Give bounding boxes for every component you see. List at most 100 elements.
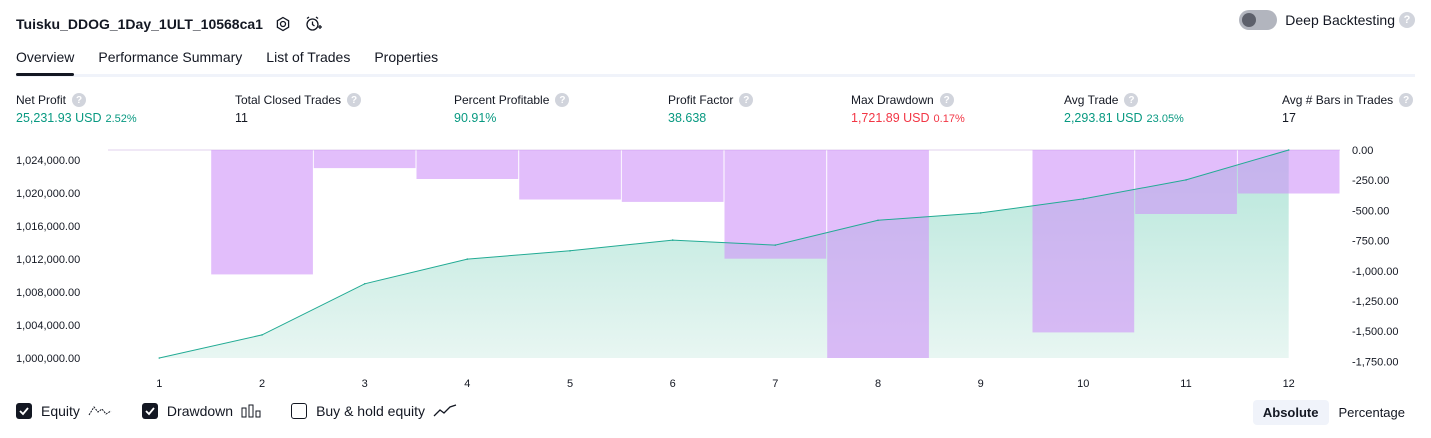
legend-buy-hold[interactable]: Buy & hold equity bbox=[291, 403, 457, 419]
x-tick-label: 7 bbox=[772, 378, 778, 390]
deep-backtesting-toggle[interactable] bbox=[1239, 10, 1278, 30]
drawdown-bar bbox=[1135, 150, 1237, 214]
legend: Equity Drawdown Buy & hold equity bbox=[16, 403, 487, 419]
y-right-tick-label: -1,750.00 bbox=[1352, 356, 1398, 368]
tab-list-of-trades[interactable]: List of Trades bbox=[266, 46, 350, 73]
scale-mode-switch: Absolute Percentage bbox=[1252, 400, 1416, 425]
tab-properties[interactable]: Properties bbox=[374, 46, 438, 73]
equity-point bbox=[671, 239, 674, 241]
equity-point bbox=[466, 258, 469, 260]
y-right-tick-label: 0.00 bbox=[1352, 145, 1373, 157]
add-alert-icon[interactable] bbox=[303, 14, 323, 34]
y-right-tick-label: -1,500.00 bbox=[1352, 326, 1398, 338]
x-tick-label: 1 bbox=[156, 378, 162, 390]
equity-point bbox=[261, 334, 263, 336]
x-tick-label: 6 bbox=[670, 378, 676, 390]
equity-drawdown-chart: 1,000,000.00 1,004,000.00 1,008,000.00 1,01… bbox=[16, 145, 1398, 390]
drawdown-bar bbox=[519, 150, 621, 200]
equity-line-icon bbox=[88, 404, 112, 418]
x-tick-label: 9 bbox=[978, 378, 984, 390]
equity-point bbox=[1082, 198, 1085, 200]
x-tick-label: 11 bbox=[1180, 378, 1191, 390]
tab-bar: Overview Performance Summary List of Tra… bbox=[16, 46, 1415, 77]
x-tick-label: 8 bbox=[875, 378, 881, 390]
equity-point bbox=[877, 219, 879, 222]
header-bar: Tuisku_DDOG_1Day_1ULT_10568ca1 Deep Back… bbox=[16, 10, 1415, 38]
x-tick-label: 5 bbox=[567, 378, 573, 390]
stat-percent: 23.05% bbox=[1146, 113, 1184, 125]
stat-label: Net Profit bbox=[16, 93, 67, 107]
stat-label: Percent Profitable bbox=[454, 93, 550, 107]
stats-row: Net Profit? 25,231.93 USD 2.52% Total Clo… bbox=[16, 93, 1415, 133]
stat-percent-profitable: Percent Profitable? 90.91% bbox=[454, 93, 570, 125]
equity-point bbox=[774, 244, 777, 246]
info-icon[interactable]: ? bbox=[1399, 93, 1414, 107]
drawdown-bar bbox=[313, 150, 416, 169]
equity-point bbox=[979, 212, 982, 214]
stat-max-drawdown: Max Drawdown? 1,721.89 USD 0.17% bbox=[851, 93, 965, 125]
x-tick-label: 12 bbox=[1283, 378, 1295, 390]
stat-avg-bars: Avg # Bars in Trades? 17 bbox=[1282, 93, 1414, 125]
stat-value: 11 bbox=[235, 111, 248, 125]
stat-label: Profit Factor bbox=[668, 93, 734, 107]
y-right-tick-label: -1,000.00 bbox=[1352, 266, 1398, 278]
x-tick-label: 2 bbox=[259, 378, 265, 390]
stat-percent: 0.17% bbox=[933, 113, 965, 125]
stat-total-closed-trades: Total Closed Trades? 11 bbox=[235, 93, 362, 125]
stat-profit-factor: Profit Factor? 38.638 bbox=[668, 93, 754, 125]
drawdown-label: Drawdown bbox=[166, 403, 234, 419]
stat-value: 2,293.81 USD bbox=[1064, 111, 1143, 125]
stat-avg-trade: Avg Trade? 2,293.81 USD 23.05% bbox=[1064, 93, 1184, 125]
y-right-tick-label: -1,250.00 bbox=[1352, 296, 1398, 308]
stat-value: 38.638 bbox=[668, 111, 707, 125]
y-right-tick-label: -250.00 bbox=[1352, 175, 1389, 187]
stat-label: Total Closed Trades bbox=[235, 93, 342, 107]
info-icon[interactable]: ? bbox=[347, 93, 362, 107]
drawdown-bar bbox=[827, 150, 929, 358]
deep-backtesting: Deep Backtesting ? bbox=[1239, 10, 1415, 30]
tab-performance-summary[interactable]: Performance Summary bbox=[98, 46, 242, 73]
info-icon[interactable]: ? bbox=[72, 93, 87, 107]
info-icon[interactable]: ? bbox=[939, 93, 954, 107]
stat-net-profit: Net Profit? 25,231.93 USD 2.52% bbox=[16, 93, 137, 125]
drawdown-bar bbox=[1237, 150, 1340, 194]
legend-drawdown[interactable]: Drawdown bbox=[141, 403, 261, 419]
info-icon[interactable]: ? bbox=[555, 93, 570, 107]
info-icon[interactable]: ? bbox=[739, 93, 754, 107]
y-left-tick-label: 1,020,000.00 bbox=[16, 188, 80, 200]
equity-checkbox[interactable] bbox=[16, 403, 32, 419]
y-left-tick-label: 1,012,000.00 bbox=[16, 254, 80, 266]
buy-hold-label: Buy & hold equity bbox=[316, 403, 426, 419]
equity-point bbox=[1287, 149, 1290, 151]
y-right-tick-label: -750.00 bbox=[1352, 236, 1389, 248]
buy-hold-checkbox[interactable] bbox=[291, 403, 308, 419]
drawdown-bars-icon bbox=[241, 404, 261, 418]
equity-point bbox=[158, 357, 161, 359]
deep-backtesting-label: Deep Backtesting bbox=[1285, 12, 1395, 28]
drawdown-bar bbox=[621, 150, 724, 202]
x-tick-label: 10 bbox=[1077, 378, 1089, 390]
info-icon[interactable]: ? bbox=[1124, 93, 1139, 107]
stat-label: Max Drawdown bbox=[851, 93, 934, 107]
stat-value: 1,721.89 USD bbox=[851, 111, 930, 125]
percentage-button[interactable]: Percentage bbox=[1329, 400, 1416, 425]
strategy-title: Tuisku_DDOG_1Day_1ULT_10568ca1 bbox=[16, 16, 263, 32]
x-tick-label: 3 bbox=[362, 378, 368, 390]
absolute-button[interactable]: Absolute bbox=[1252, 400, 1329, 425]
legend-equity[interactable]: Equity bbox=[16, 403, 112, 419]
tab-overview[interactable]: Overview bbox=[16, 46, 75, 76]
drawdown-checkbox[interactable] bbox=[141, 403, 158, 419]
settings-icon[interactable] bbox=[273, 14, 293, 34]
stat-value: 90.91% bbox=[454, 111, 497, 125]
equity-point bbox=[363, 283, 366, 285]
y-left-tick-label: 1,024,000.00 bbox=[16, 155, 80, 167]
equity-label: Equity bbox=[41, 403, 80, 419]
stat-label: Avg Trade bbox=[1064, 93, 1119, 107]
help-icon[interactable]: ? bbox=[1399, 12, 1415, 28]
equity-point bbox=[569, 250, 571, 252]
drawdown-bar bbox=[1032, 150, 1135, 333]
stat-value: 25,231.93 USD bbox=[16, 111, 102, 125]
y-left-tick-label: 1,008,000.00 bbox=[16, 287, 80, 299]
stat-label: Avg # Bars in Trades bbox=[1282, 93, 1394, 107]
y-left-tick-label: 1,016,000.00 bbox=[16, 221, 80, 233]
